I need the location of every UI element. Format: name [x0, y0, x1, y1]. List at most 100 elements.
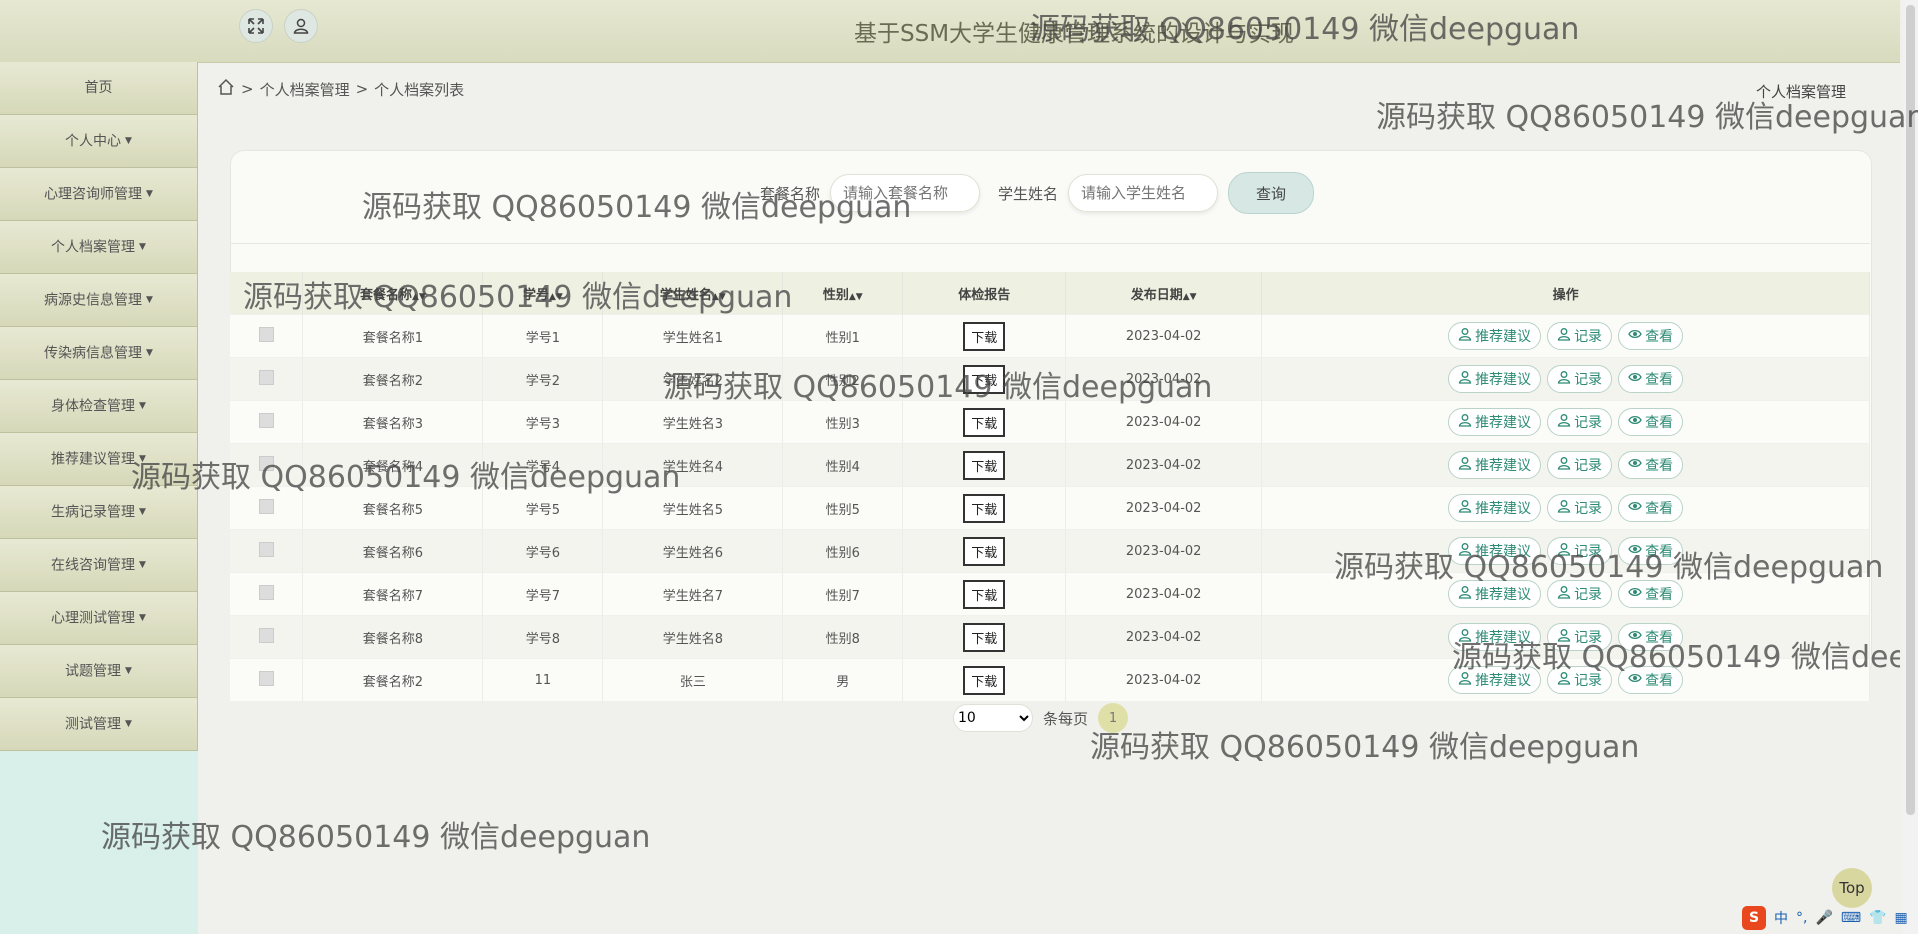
cell-package: 套餐名称5: [302, 486, 484, 530]
record-button[interactable]: 记录: [1547, 365, 1613, 393]
sidebar-item[interactable]: 个人中心 ▼: [0, 115, 198, 168]
sidebar-item[interactable]: 在线咨询管理 ▼: [0, 539, 198, 592]
recommend-button[interactable]: 推荐建议: [1448, 666, 1542, 694]
ime-punct[interactable]: °,: [1796, 910, 1807, 926]
download-button[interactable]: 下载: [963, 536, 1006, 566]
view-button[interactable]: 查看: [1618, 537, 1684, 565]
sidebar-item[interactable]: 推荐建议管理 ▼: [0, 433, 198, 486]
row-checkbox[interactable]: [258, 369, 274, 385]
download-button[interactable]: 下载: [963, 579, 1006, 609]
page-number-1[interactable]: 1: [1098, 703, 1129, 733]
recommend-button-label: 推荐建议: [1475, 544, 1532, 560]
recommend-button[interactable]: 推荐建议: [1448, 623, 1542, 651]
sidebar-item[interactable]: 个人档案管理 ▼: [0, 221, 198, 274]
grid-icon[interactable]: ▦: [1895, 910, 1908, 926]
recommend-button[interactable]: 推荐建议: [1448, 580, 1542, 608]
package-name-input[interactable]: [830, 174, 981, 212]
sidebar-item[interactable]: 病源史信息管理 ▼: [0, 274, 198, 327]
cell-gender: 性别4: [782, 443, 904, 487]
breadcrumb-level1[interactable]: 个人档案管理: [260, 79, 350, 100]
table-row[interactable]: 套餐名称8 学号8 学生姓名8 性别8 下载 2023-04-02 推荐建议 记录 查看: [230, 615, 1870, 659]
row-checkbox[interactable]: [258, 541, 274, 557]
recommend-button[interactable]: 推荐建议: [1448, 494, 1542, 522]
row-checkbox[interactable]: [258, 455, 274, 471]
recommend-button[interactable]: 推荐建议: [1448, 365, 1542, 393]
view-button[interactable]: 查看: [1618, 365, 1684, 393]
row-checkbox[interactable]: [258, 627, 274, 643]
sidebar-item[interactable]: 心理测试管理 ▼: [0, 592, 198, 645]
recommend-button[interactable]: 推荐建议: [1448, 537, 1542, 565]
home-icon[interactable]: [217, 78, 235, 100]
table-row[interactable]: 套餐名称3 学号3 学生姓名3 性别3 下载 2023-04-02 推荐建议 记录 查看: [230, 400, 1870, 444]
download-button[interactable]: 下载: [963, 665, 1006, 695]
col-header-student-name[interactable]: 学生姓名▲▼: [602, 272, 784, 315]
view-button[interactable]: 查看: [1618, 451, 1684, 479]
recommend-button[interactable]: 推荐建议: [1448, 322, 1542, 350]
record-button[interactable]: 记录: [1547, 623, 1613, 651]
scrollbar-thumb[interactable]: [1906, 5, 1915, 815]
view-button[interactable]: 查看: [1618, 494, 1684, 522]
table-row[interactable]: 套餐名称4 学号4 学生姓名4 性别4 下载 2023-04-02 推荐建议 记录 查看: [230, 443, 1870, 487]
scrollbar[interactable]: [1903, 0, 1918, 934]
sidebar-item[interactable]: 身体检查管理 ▼: [0, 380, 198, 433]
record-button[interactable]: 记录: [1547, 322, 1613, 350]
table-row[interactable]: 套餐名称2 11 张三男 下载 2023-04-02 推荐建议 记录 查看: [230, 658, 1870, 701]
microphone-icon[interactable]: 🎤: [1815, 910, 1832, 926]
row-checkbox[interactable]: [258, 670, 274, 686]
sidebar-item[interactable]: 测试管理 ▼: [0, 698, 198, 751]
student-name-input[interactable]: [1068, 174, 1219, 212]
col-header-date[interactable]: 发布日期▲▼: [1065, 272, 1263, 315]
cell-actions: 推荐建议 记录 查看: [1261, 572, 1870, 616]
recommend-button[interactable]: 推荐建议: [1448, 408, 1542, 436]
table-row[interactable]: 套餐名称7 学号7 学生姓名7 性别7 下载 2023-04-02 推荐建议 记录 查看: [230, 572, 1870, 616]
table-row[interactable]: 套餐名称6 学号6 学生姓名6 性别6 下载 2023-04-02 推荐建议 记录 查看: [230, 529, 1870, 573]
col-header-report: 体检报告: [902, 272, 1067, 315]
sogou-ime-icon[interactable]: S: [1742, 906, 1766, 930]
download-button[interactable]: 下载: [963, 407, 1006, 437]
view-button[interactable]: 查看: [1618, 580, 1684, 608]
record-button[interactable]: 记录: [1547, 451, 1613, 479]
download-button[interactable]: 下载: [963, 493, 1006, 523]
view-button[interactable]: 查看: [1618, 408, 1684, 436]
download-button[interactable]: 下载: [963, 364, 1006, 394]
search-button[interactable]: 查询: [1228, 172, 1315, 214]
row-checkbox[interactable]: [258, 498, 274, 514]
fullscreen-icon[interactable]: [239, 9, 273, 43]
user-icon[interactable]: [284, 9, 318, 43]
record-button[interactable]: 记录: [1547, 408, 1613, 436]
sidebar-item[interactable]: 生病记录管理 ▼: [0, 486, 198, 539]
table-row[interactable]: 套餐名称2 学号2 学生姓名2 性别2 下载 2023-04-02 推荐建议 记录 查看: [230, 357, 1870, 401]
person-icon: [1557, 628, 1571, 646]
view-button[interactable]: 查看: [1618, 666, 1684, 694]
sidebar-item[interactable]: 试题管理 ▼: [0, 645, 198, 698]
keyboard-icon[interactable]: ⌨: [1841, 910, 1861, 926]
row-checkbox[interactable]: [258, 326, 274, 342]
ime-lang[interactable]: 中: [1774, 908, 1788, 928]
skin-icon[interactable]: 👕: [1869, 910, 1886, 926]
table-row[interactable]: 套餐名称1 学号1 学生姓名1 性别1 下载 2023-04-02 推荐建议 记录 查看: [230, 314, 1870, 358]
col-header-package[interactable]: 套餐名称▲▼: [302, 272, 484, 315]
record-button[interactable]: 记录: [1547, 537, 1613, 565]
sidebar-item[interactable]: 心理咨询师管理 ▼: [0, 168, 198, 221]
breadcrumb-sep: >: [355, 80, 369, 98]
record-button-label: 记录: [1574, 587, 1603, 603]
row-checkbox[interactable]: [258, 412, 274, 428]
col-header-student-id[interactable]: 学号▲▼: [482, 272, 604, 315]
row-checkbox[interactable]: [258, 584, 274, 600]
download-button[interactable]: 下载: [963, 450, 1006, 480]
sidebar-item[interactable]: 首页: [0, 62, 198, 115]
sidebar-item-label: 心理咨询师管理: [44, 186, 143, 203]
view-button[interactable]: 查看: [1618, 623, 1684, 651]
back-to-top-button[interactable]: Top: [1832, 868, 1872, 908]
sidebar-item[interactable]: 传染病信息管理 ▼: [0, 327, 198, 380]
col-header-gender[interactable]: 性别▲▼: [782, 272, 904, 315]
recommend-button[interactable]: 推荐建议: [1448, 451, 1542, 479]
record-button[interactable]: 记录: [1547, 494, 1613, 522]
view-button[interactable]: 查看: [1618, 322, 1684, 350]
table-row[interactable]: 套餐名称5 学号5 学生姓名5 性别5 下载 2023-04-02 推荐建议 记录 查看: [230, 486, 1870, 530]
record-button[interactable]: 记录: [1547, 580, 1613, 608]
page-size-select[interactable]: 10: [953, 704, 1033, 732]
record-button[interactable]: 记录: [1547, 666, 1613, 694]
download-button[interactable]: 下载: [963, 622, 1006, 652]
download-button[interactable]: 下载: [963, 321, 1006, 351]
